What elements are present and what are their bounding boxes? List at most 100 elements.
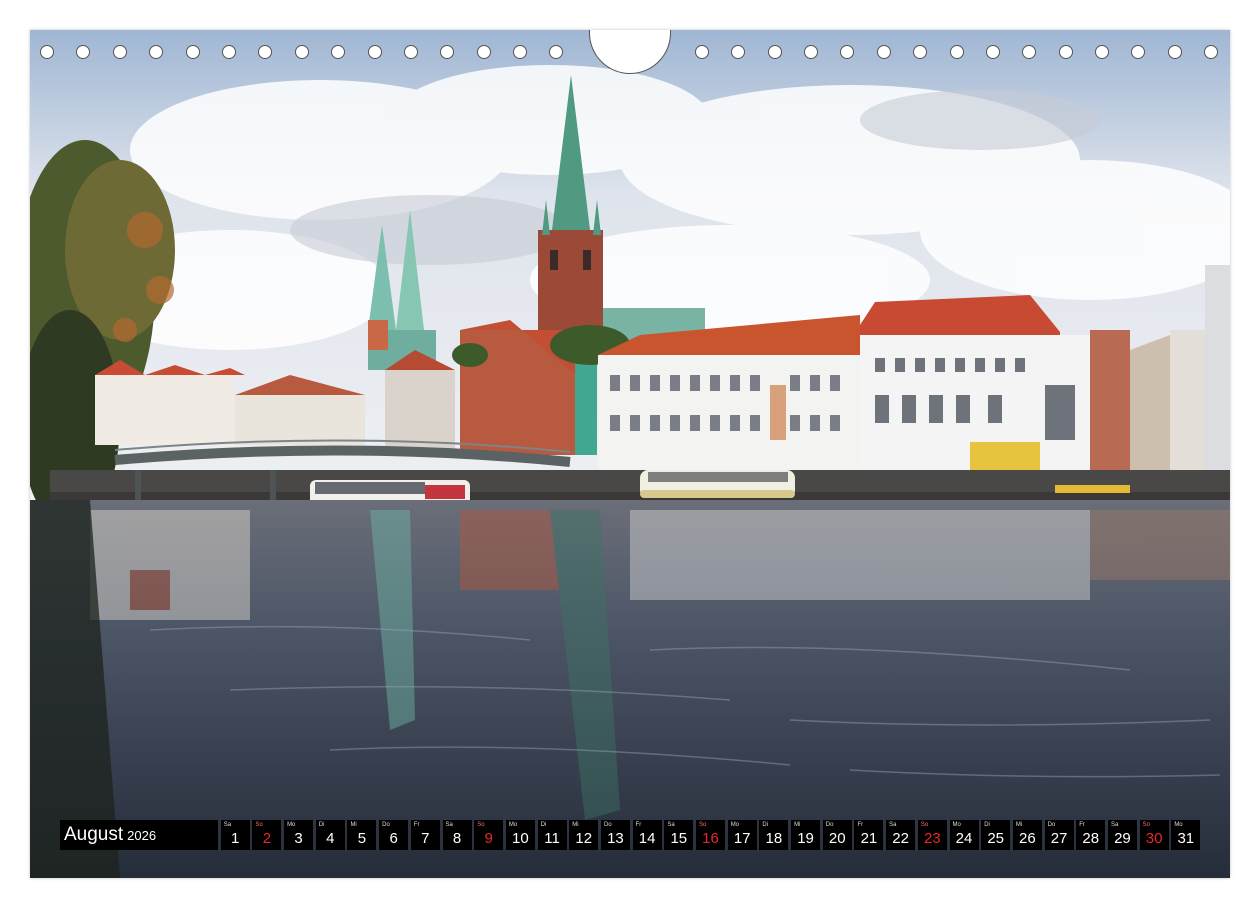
day-number: 16 [702, 830, 719, 847]
day-number: 21 [860, 830, 878, 847]
day-cell-6: Do 6 [379, 820, 409, 850]
day-cell-9: So 9 [474, 820, 504, 850]
day-number: 5 [357, 830, 367, 847]
day-cell-27: Do 27 [1044, 820, 1074, 850]
weekday-label: So [920, 822, 929, 828]
weekday-label: Sa [667, 822, 675, 828]
weekday-label: Di [318, 822, 325, 828]
day-number: 1 [231, 830, 240, 847]
weekday-label: Fr [413, 822, 420, 828]
day-number: 22 [892, 830, 909, 847]
day-number: 19 [797, 830, 814, 847]
weekday-label: Sa [445, 822, 453, 828]
weekday-label: Mi [1015, 822, 1023, 828]
weekday-label: Sa [889, 822, 897, 828]
day-cell-22: Sa 22 [886, 820, 916, 850]
day-number: 9 [484, 830, 493, 847]
day-number: 25 [987, 830, 1005, 847]
day-number: 17 [733, 830, 751, 847]
day-number: 11 [544, 830, 560, 847]
day-number: 8 [452, 830, 462, 847]
day-number: 29 [1114, 830, 1131, 847]
day-cell-29: Sa 29 [1107, 820, 1137, 850]
binding-holes [30, 30, 1230, 76]
day-cell-19: Mi 19 [791, 820, 821, 850]
day-number: 14 [638, 830, 656, 847]
year: 2026 [127, 827, 157, 843]
weekday-label: Do [825, 822, 834, 828]
day-number: 15 [670, 830, 688, 847]
calendar-page: August 2026 Sa 1 So 2 Mo 3 Di 4 Mi 5 Do 6 Fr 7 Sa 8 So 9 M… [30, 30, 1230, 878]
day-number: 13 [607, 830, 624, 847]
day-number: 18 [765, 830, 783, 847]
day-number: 30 [1145, 830, 1163, 847]
weekday-label: Mi [572, 822, 579, 828]
day-number: 10 [512, 830, 529, 847]
weekday-label: Mo [952, 822, 961, 828]
day-cell-10: Mo 10 [505, 820, 535, 850]
weekday-label: Mo [730, 822, 740, 828]
weekday-label: Sa [1110, 822, 1119, 828]
day-number: 27 [1050, 830, 1068, 847]
day-cell-26: Mi 26 [1012, 820, 1042, 850]
day-number: 2 [262, 830, 272, 847]
day-number: 6 [389, 830, 398, 847]
day-cell-28: Fr 28 [1076, 820, 1106, 850]
day-cell-23: So 23 [917, 820, 947, 850]
weekday-label: So [477, 822, 485, 828]
day-cell-1: Sa 1 [220, 820, 250, 850]
lubeck-river-photo [30, 30, 1230, 878]
weekday-label: Di [762, 822, 769, 828]
day-number: 26 [1019, 830, 1036, 847]
day-cell-14: Fr 14 [632, 820, 662, 850]
day-cell-2: So 2 [252, 820, 282, 850]
day-cell-3: Mo 3 [284, 820, 314, 850]
day-cell-11: Di 11 [537, 820, 567, 850]
weekday-label: Mo [287, 822, 296, 828]
calendar-strip: August 2026 Sa 1 So 2 Mo 3 Di 4 Mi 5 Do 6 Fr 7 Sa 8 So 9 M… [60, 820, 1202, 850]
day-cell-7: Fr 7 [410, 820, 440, 850]
day-number: 28 [1082, 830, 1100, 847]
day-cell-12: Mi 12 [569, 820, 599, 850]
day-cell-21: Fr 21 [854, 820, 884, 850]
day-cell-8: Sa 8 [442, 820, 472, 850]
weekday-label: Di [984, 822, 990, 828]
day-number: 23 [923, 830, 941, 847]
weekday-label: So [1142, 822, 1150, 828]
day-number: 24 [955, 830, 973, 847]
weekday-label: Sa [223, 822, 232, 828]
weekday-label: Mi [794, 822, 801, 828]
weekday-label: So [699, 822, 707, 828]
weekday-label: Mi [350, 822, 357, 828]
day-number: 4 [326, 830, 335, 847]
hanger-cutout [589, 30, 671, 74]
day-cell-30: So 30 [1139, 820, 1169, 850]
weekday-label: Di [540, 822, 547, 828]
day-cell-16: So 16 [696, 820, 725, 850]
weekday-label: Do [1047, 822, 1056, 828]
weekday-label: Do [603, 822, 612, 828]
weekday-label: Fr [1079, 822, 1085, 828]
day-cell-4: Di 4 [315, 820, 345, 850]
day-cell-17: Mo 17 [727, 820, 757, 850]
weekday-label: Fr [635, 822, 642, 828]
day-number: 7 [421, 830, 430, 847]
weekday-label: Do [382, 822, 390, 828]
day-cell-15: Sa 15 [664, 820, 694, 850]
day-number: 31 [1177, 830, 1195, 847]
month-name: August [64, 824, 124, 845]
weekday-label: So [255, 822, 263, 828]
weekday-label: Fr [857, 822, 864, 828]
weekday-label: Mo [508, 822, 518, 828]
day-cell-24: Mo 24 [949, 820, 979, 850]
day-cell-5: Mi 5 [347, 820, 377, 850]
day-cell-31: Mo 31 [1171, 820, 1201, 850]
day-cell-18: Di 18 [759, 820, 789, 850]
day-cell-25: Di 25 [981, 820, 1011, 850]
month-label: August 2026 [60, 820, 218, 850]
day-number: 12 [575, 830, 593, 847]
day-number: 20 [828, 830, 846, 847]
day-cell-13: Do 13 [600, 820, 630, 850]
weekday-label: Mo [1174, 822, 1183, 828]
day-number: 3 [294, 830, 303, 847]
